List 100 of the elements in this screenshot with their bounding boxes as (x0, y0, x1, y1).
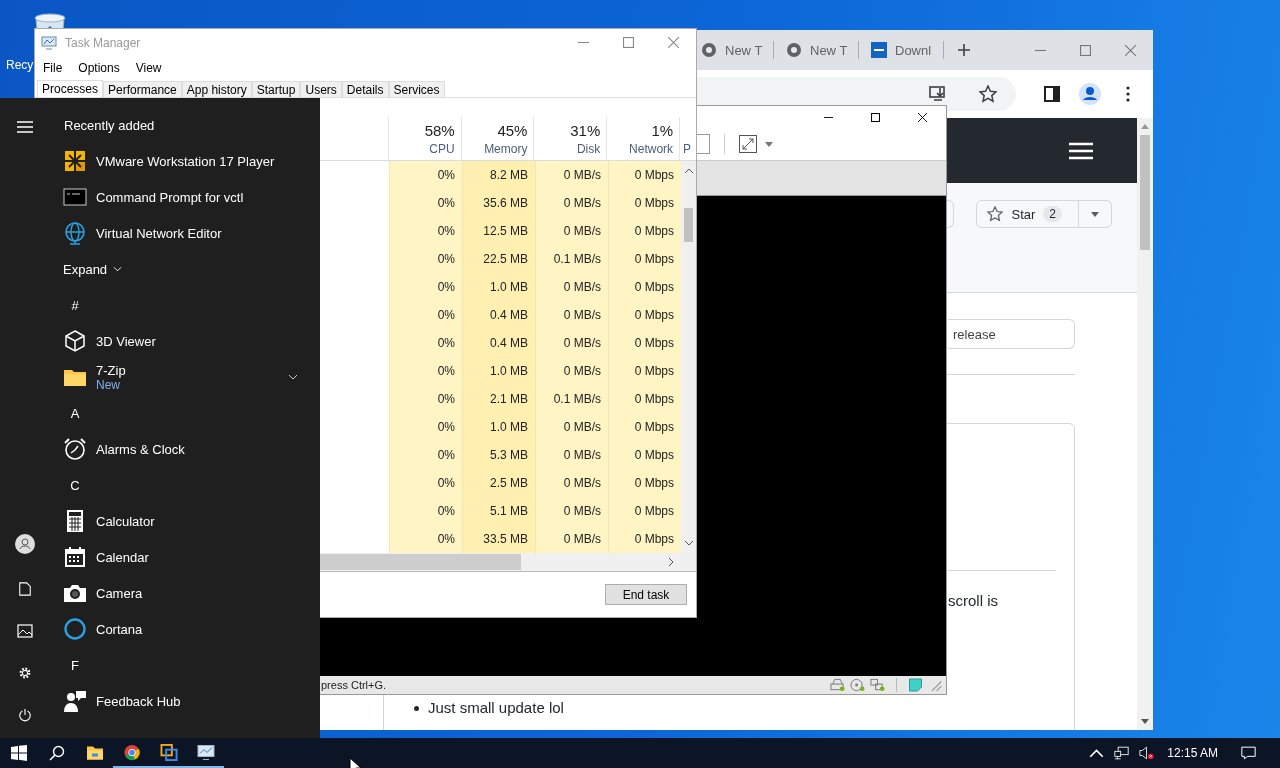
column-header[interactable]: 1% Network (606, 117, 680, 160)
menu-icon[interactable] (17, 120, 33, 134)
scroll-up-icon[interactable] (684, 168, 693, 173)
new-tab-icon[interactable] (958, 44, 970, 56)
table-cell: 0% (389, 469, 462, 497)
app-item[interactable]: Feedback Hub (50, 683, 320, 719)
tab[interactable]: Services (388, 81, 445, 97)
scroll-right-icon[interactable] (669, 558, 674, 566)
input-field[interactable]: release (948, 319, 1075, 349)
table-cell: 0 MB/s (535, 525, 608, 553)
side-panel-icon[interactable] (1043, 85, 1061, 103)
network-icon[interactable] (1114, 746, 1130, 760)
browser-icon (122, 743, 141, 761)
user-icon[interactable] (15, 534, 35, 554)
table-cell: 0 Mbps (608, 469, 681, 497)
tab[interactable]: Details (341, 81, 389, 97)
scrollbar[interactable] (1137, 118, 1153, 730)
install-icon[interactable] (929, 85, 947, 103)
notifications-icon[interactable] (1241, 746, 1256, 760)
table-cell: 5.1 MB (462, 497, 535, 525)
caret-icon (1091, 211, 1099, 217)
table-cell: 0 MB/s (535, 357, 608, 385)
menu-item[interactable]: Options (76, 60, 122, 75)
power-icon[interactable] (17, 708, 33, 722)
app-item[interactable]: Command Prompt for vctl (50, 179, 320, 215)
clock[interactable]: 12:15 AM (1167, 746, 1218, 760)
app-item[interactable]: Calendar (50, 539, 320, 575)
table-cell: 1.0 MB (462, 357, 535, 385)
app-item[interactable]: Cortana (50, 611, 320, 647)
scroll-thumb[interactable] (684, 208, 693, 242)
app-item[interactable]: Alarms & Clock (50, 431, 320, 467)
star-button[interactable]: Star 2 (976, 200, 1079, 228)
disc-icon[interactable] (850, 678, 865, 692)
column-header[interactable]: P (679, 117, 696, 160)
column-header[interactable]: 58% CPU (387, 117, 461, 160)
table-cell: 0.4 MB (462, 301, 535, 329)
document-icon[interactable] (17, 582, 33, 596)
menu-icon[interactable] (1126, 85, 1130, 103)
column-header[interactable]: 31% Disk (533, 117, 607, 160)
letter-header[interactable]: F (63, 657, 87, 673)
table-cell: 0 MB/s (535, 497, 608, 525)
table-cell: 0% (389, 245, 462, 273)
table-cell: 1.0 MB (462, 273, 535, 301)
squares-icon (159, 743, 178, 761)
browser-tab[interactable]: Downl (865, 41, 944, 59)
app-item[interactable]: Virtual Network Editor (50, 215, 320, 251)
drive-icon[interactable] (830, 678, 845, 692)
scroll-down-icon[interactable] (684, 541, 693, 546)
fullscreen-icon[interactable] (739, 135, 757, 153)
table-cell: 8.2 MB (462, 161, 535, 189)
paragraph: scroll is (948, 591, 999, 611)
star-icon[interactable] (979, 85, 997, 103)
table-cell: 12.5 MB (462, 217, 535, 245)
app-item[interactable]: Camera (50, 575, 320, 611)
tab[interactable]: Performance (103, 81, 182, 97)
letter-header[interactable]: C (63, 477, 87, 493)
tab[interactable]: App history (181, 81, 252, 97)
cube-icon (63, 329, 87, 353)
ring-icon (63, 617, 87, 641)
table-cell: 0% (389, 273, 462, 301)
image-icon[interactable] (17, 624, 33, 638)
browser-tab[interactable]: New T (780, 41, 859, 59)
letter-header[interactable]: # (63, 297, 87, 313)
table-cell: 0 Mbps (608, 413, 681, 441)
monitor-icon (196, 743, 215, 761)
end-task-button[interactable]: End task (605, 584, 687, 605)
column-header[interactable]: 45% Memory (460, 117, 534, 160)
menu-icon[interactable] (1069, 141, 1093, 160)
chevron-up-icon[interactable] (1089, 746, 1105, 760)
chevron-icon[interactable] (288, 374, 298, 380)
app-item[interactable]: 3D Viewer (50, 323, 320, 359)
message-icon[interactable] (908, 678, 923, 692)
table-cell: 0 Mbps (608, 357, 681, 385)
app-item[interactable]: 7-Zip New (50, 359, 320, 395)
table-cell: 0 Mbps (608, 385, 681, 413)
table-cell: 0 Mbps (608, 497, 681, 525)
settings-icon[interactable] (17, 666, 33, 680)
list-item: Just small update lol (428, 698, 564, 718)
volume-muted-icon[interactable] (1139, 746, 1155, 760)
expand-button[interactable]: Expand (63, 261, 123, 277)
section-header: Recently added (63, 117, 155, 133)
menu-item[interactable]: View (133, 60, 164, 75)
app-item[interactable]: Calculator (50, 503, 320, 539)
monitor-icon (41, 35, 57, 50)
table-cell: 0 Mbps (608, 301, 681, 329)
tab[interactable]: Users (300, 81, 342, 97)
table-cell: 2.1 MB (462, 385, 535, 413)
tab[interactable]: Startup (251, 81, 301, 97)
letter-header[interactable]: A (63, 405, 87, 421)
table-cell: 0 Mbps (608, 441, 681, 469)
app-item[interactable]: VMware Workstation 17 Player (50, 143, 320, 179)
dropdown-button[interactable] (1079, 200, 1112, 228)
scroll-down-icon[interactable] (1141, 719, 1149, 724)
tab[interactable]: Processes (37, 80, 104, 97)
scroll-thumb[interactable] (1140, 135, 1150, 250)
profile-icon[interactable] (1079, 83, 1101, 105)
person-bubble-icon (63, 689, 87, 713)
menu-item[interactable]: File (41, 60, 65, 75)
scrollbar[interactable] (681, 161, 696, 553)
caret-icon[interactable] (765, 141, 773, 147)
